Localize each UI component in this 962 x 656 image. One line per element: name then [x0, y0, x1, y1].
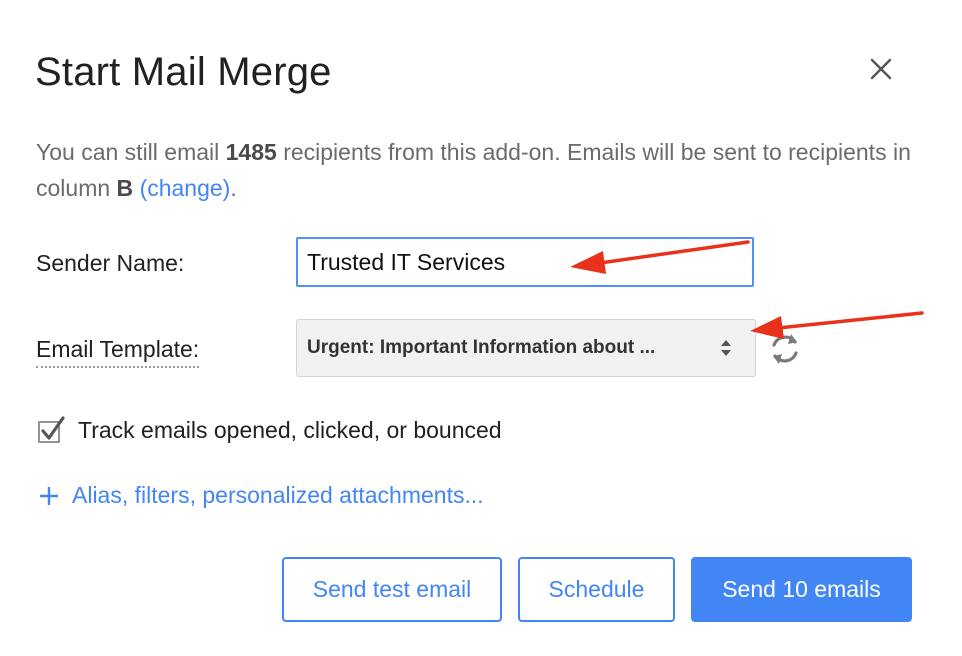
track-emails-option[interactable]: Track emails opened, clicked, or bounced: [36, 412, 502, 448]
refresh-icon[interactable]: [766, 330, 804, 368]
email-template-select[interactable]: Urgent: Important Information about ...: [296, 319, 756, 377]
schedule-button[interactable]: Schedule: [518, 557, 675, 622]
intro-part1: You can still email: [36, 139, 226, 165]
dialog-title: Start Mail Merge: [35, 50, 332, 94]
sender-name-label: Sender Name:: [36, 250, 185, 276]
plus-icon: [40, 486, 58, 505]
sender-name-input[interactable]: [296, 237, 754, 287]
recipient-column: B: [116, 175, 134, 201]
mail-merge-dialog: Start Mail Merge You can still email 148…: [0, 0, 962, 656]
change-column-link[interactable]: (change): [140, 175, 231, 201]
advanced-options-label: Alias, filters, personalized attachments…: [72, 482, 484, 508]
send-emails-button[interactable]: Send 10 emails: [691, 557, 912, 622]
send-test-email-button[interactable]: Send test email: [282, 557, 502, 622]
select-updown-icon: [721, 340, 731, 356]
email-template-value: Urgent: Important Information about ...: [307, 337, 656, 358]
intro-text: You can still email 1485 recipients from…: [36, 134, 916, 206]
checkbox-checked-icon[interactable]: [36, 415, 66, 445]
track-emails-label: Track emails opened, clicked, or bounced: [78, 416, 502, 443]
close-icon[interactable]: [866, 54, 896, 84]
email-template-label: Email Template:: [36, 335, 200, 368]
advanced-options-link[interactable]: Alias, filters, personalized attachments…: [38, 482, 484, 509]
recipient-count: 1485: [225, 139, 277, 165]
intro-period: .: [230, 175, 237, 201]
